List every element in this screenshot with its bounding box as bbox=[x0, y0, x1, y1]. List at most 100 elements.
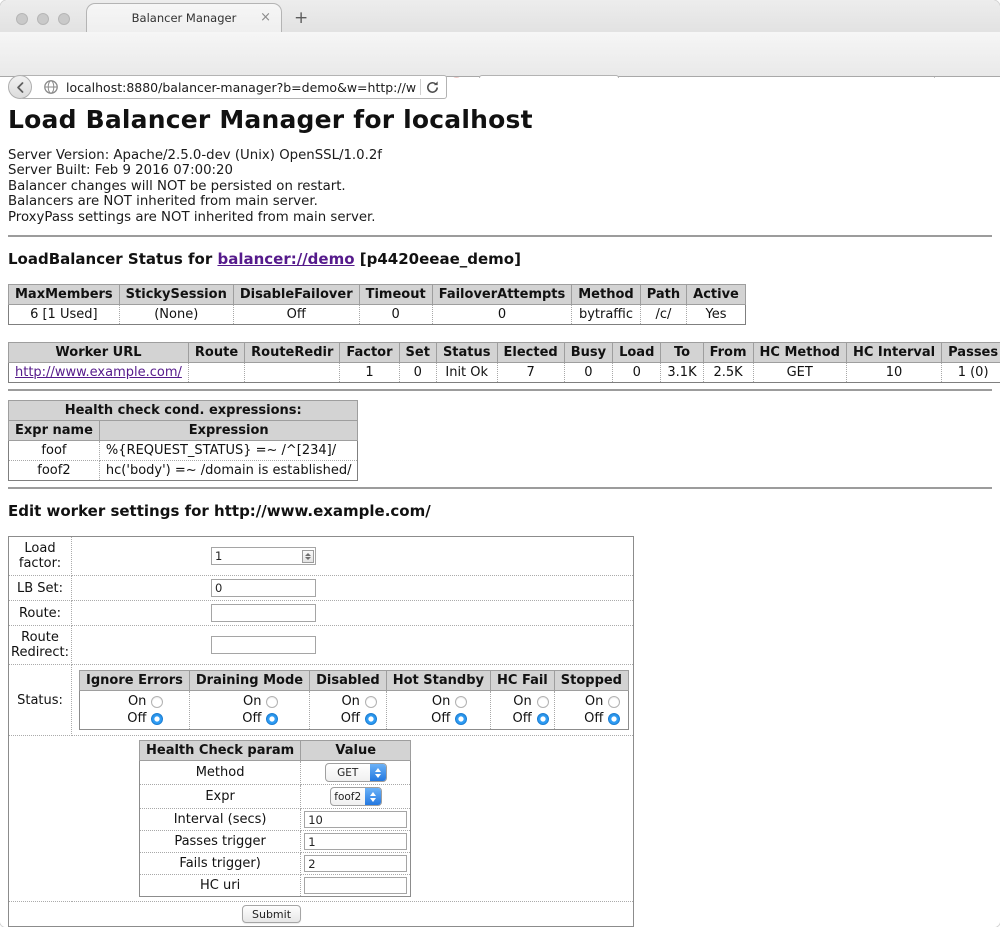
server-info: Server Version: Apache/2.5.0-dev (Unix) … bbox=[8, 148, 992, 225]
col-hc-interval: HC Interval bbox=[846, 343, 941, 363]
submit-button[interactable]: Submit bbox=[242, 905, 301, 923]
hot-standby-off-radio[interactable] bbox=[455, 713, 467, 725]
window-controls[interactable] bbox=[16, 13, 70, 25]
col-route: Route bbox=[188, 343, 244, 363]
hc-uri-input[interactable] bbox=[304, 877, 407, 894]
col-timeout: Timeout bbox=[359, 285, 432, 305]
divider bbox=[8, 389, 992, 391]
off-label: Off bbox=[127, 711, 146, 726]
ignore-errors-off-radio[interactable] bbox=[151, 713, 163, 725]
fails-label: Fails trigger) bbox=[140, 853, 301, 875]
worker-table: Worker URL Route RouteRedir Factor Set S… bbox=[8, 342, 1000, 383]
on-label: On bbox=[128, 694, 146, 709]
edit-worker-heading: Edit worker settings for http://www.exam… bbox=[8, 502, 992, 520]
route-redirect-input[interactable] bbox=[211, 636, 316, 654]
ignore-errors-on-radio[interactable] bbox=[151, 696, 163, 708]
select-stepper-icon bbox=[365, 788, 381, 805]
interval-input[interactable] bbox=[304, 811, 407, 828]
col-active: Active bbox=[687, 285, 746, 305]
route-redirect-label: Route Redirect: bbox=[9, 626, 72, 665]
balancer-link[interactable]: balancer://demo bbox=[217, 250, 354, 268]
note-balancers: Balancers are NOT inherited from main se… bbox=[8, 194, 992, 209]
balancer-status-table: MaxMembers StickySession DisableFailover… bbox=[8, 284, 746, 325]
fails-input[interactable] bbox=[304, 855, 407, 872]
stopped-on-radio[interactable] bbox=[608, 696, 620, 708]
col-maxmembers: MaxMembers bbox=[9, 285, 120, 305]
expr-row: foof %{REQUEST_STATUS} =~ /^[234]/ bbox=[9, 441, 358, 461]
globe-icon[interactable] bbox=[43, 79, 59, 95]
hc-fail-off-radio[interactable] bbox=[537, 713, 549, 725]
passes-label: Passes trigger bbox=[140, 831, 301, 853]
lb-set-input[interactable] bbox=[211, 579, 316, 597]
off-label: Off bbox=[341, 711, 360, 726]
number-spinner-icon[interactable] bbox=[302, 550, 314, 563]
server-version: Server Version: Apache/2.5.0-dev (Unix) … bbox=[8, 148, 992, 163]
reload-icon[interactable] bbox=[425, 80, 440, 95]
note-persist: Balancer changes will NOT be persisted o… bbox=[8, 179, 992, 194]
col-ignore-errors: Ignore Errors bbox=[80, 671, 190, 691]
col-hc-value: Value bbox=[301, 741, 411, 761]
tab-title: Balancer Manager bbox=[132, 11, 237, 25]
new-tab-button[interactable]: + bbox=[294, 8, 308, 28]
draining-mode-on-radio[interactable] bbox=[266, 696, 278, 708]
col-busy: Busy bbox=[564, 343, 612, 363]
balancer-heading-suffix: [p4420eeae_demo] bbox=[355, 250, 521, 268]
browser-window: Balancer Manager × + localhost:8880/bala… bbox=[0, 0, 1000, 927]
passes-input[interactable] bbox=[304, 833, 407, 850]
col-hc-param: Health Check param bbox=[140, 741, 301, 761]
on-label: On bbox=[243, 694, 261, 709]
col-expr-name: Expr name bbox=[9, 421, 100, 441]
method-label: Method bbox=[140, 761, 301, 785]
col-path: Path bbox=[640, 285, 686, 305]
expr-selected-value: foof2 bbox=[331, 788, 365, 805]
url-bar[interactable]: localhost:8880/balancer-manager?b=demo&w… bbox=[20, 75, 447, 99]
stopped-off-radio[interactable] bbox=[608, 713, 620, 725]
col-failoverattempts: FailoverAttempts bbox=[432, 285, 572, 305]
edit-worker-form: Load factor: LB Set: Route: Route Redire… bbox=[8, 536, 634, 927]
col-to: To bbox=[661, 343, 703, 363]
zoom-window-button[interactable] bbox=[58, 13, 70, 25]
col-hc-method: HC Method bbox=[753, 343, 846, 363]
select-stepper-icon bbox=[370, 764, 386, 781]
lb-set-label: LB Set: bbox=[9, 576, 72, 601]
hc-expressions-title: Health check cond. expressions: bbox=[9, 401, 358, 421]
page-title: Load Balancer Manager for localhost bbox=[8, 105, 992, 134]
worker-url-link[interactable]: http://www.example.com/ bbox=[15, 365, 182, 380]
on-label: On bbox=[341, 694, 359, 709]
col-stopped: Stopped bbox=[554, 671, 628, 691]
tab-bar: Balancer Manager × + bbox=[0, 0, 1000, 32]
hc-fail-on-radio[interactable] bbox=[537, 696, 549, 708]
on-label: On bbox=[513, 694, 531, 709]
close-window-button[interactable] bbox=[16, 13, 28, 25]
method-selected-value: GET bbox=[326, 764, 370, 781]
back-button[interactable] bbox=[8, 75, 32, 99]
page-content: Load Balancer Manager for localhost Serv… bbox=[0, 78, 1000, 927]
server-built: Server Built: Feb 9 2016 07:00:20 bbox=[8, 163, 992, 178]
off-label: Off bbox=[431, 711, 450, 726]
col-disabled: Disabled bbox=[310, 671, 387, 691]
url-text[interactable]: localhost:8880/balancer-manager?b=demo&w… bbox=[59, 80, 416, 95]
col-method: Method bbox=[572, 285, 640, 305]
route-input[interactable] bbox=[211, 604, 316, 622]
disabled-on-radio[interactable] bbox=[365, 696, 377, 708]
status-table: Ignore Errors Draining Mode Disabled Hot… bbox=[79, 670, 629, 730]
col-set: Set bbox=[399, 343, 436, 363]
load-factor-input[interactable] bbox=[211, 547, 316, 565]
col-hc-fail: HC Fail bbox=[491, 671, 555, 691]
balancer-heading-prefix: LoadBalancer Status for bbox=[8, 250, 217, 268]
route-label: Route: bbox=[9, 601, 72, 626]
balancer-status-heading: LoadBalancer Status for balancer://demo … bbox=[8, 250, 992, 268]
method-select[interactable]: GET bbox=[325, 763, 387, 782]
minimize-window-button[interactable] bbox=[37, 13, 49, 25]
navigation-toolbar: localhost:8880/balancer-manager?b=demo&w… bbox=[0, 32, 1000, 77]
expr-select[interactable]: foof2 bbox=[330, 787, 382, 806]
tab-balancer-manager[interactable]: Balancer Manager × bbox=[86, 3, 282, 32]
draining-mode-off-radio[interactable] bbox=[266, 713, 278, 725]
hot-standby-on-radio[interactable] bbox=[455, 696, 467, 708]
col-from: From bbox=[703, 343, 753, 363]
hc-uri-label: HC uri bbox=[140, 875, 301, 897]
off-label: Off bbox=[242, 711, 261, 726]
disabled-off-radio[interactable] bbox=[365, 713, 377, 725]
expr-label: Expr bbox=[140, 785, 301, 809]
tab-close-icon[interactable]: × bbox=[260, 10, 271, 26]
